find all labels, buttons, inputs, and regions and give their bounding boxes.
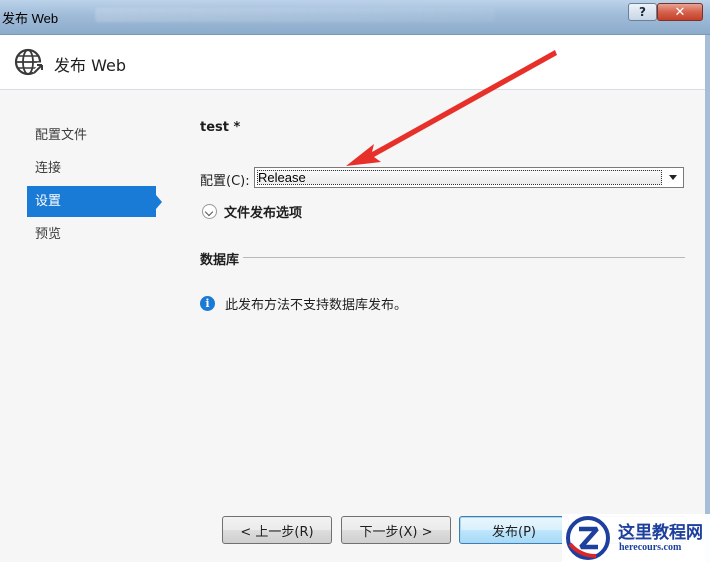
close-icon: ✕ [674, 4, 686, 20]
globe-publish-icon [14, 48, 45, 76]
expand-chevron-icon [202, 203, 217, 219]
database-header-label: 数据库 [200, 253, 240, 268]
site-watermark: 这里教程网 herecours.com [562, 514, 710, 562]
chevron-down-icon [669, 175, 677, 180]
wizard-steps-nav: 配置文件 连接 设置 预览 [27, 120, 162, 252]
title-bar: 发布 Web ? ✕ [0, 0, 710, 35]
nav-item-profile[interactable]: 配置文件 [27, 120, 162, 151]
help-button[interactable]: ? [628, 3, 657, 21]
section-divider [243, 257, 685, 258]
database-info-text: 此发布方法不支持数据库发布。 [225, 297, 408, 313]
nav-item-preview[interactable]: 预览 [27, 219, 162, 250]
title-bar-blurred-background [95, 8, 495, 22]
nav-item-connection[interactable]: 连接 [27, 153, 162, 184]
database-info-message: i 此发布方法不支持数据库发布。 [200, 294, 408, 313]
watermark-url: herecours.com [619, 542, 682, 553]
file-publish-options-expander[interactable]: 文件发布选项 [202, 202, 303, 221]
window-title: 发布 Web [2, 11, 59, 26]
profile-name: test * [200, 120, 241, 135]
help-icon: ? [639, 5, 646, 19]
publish-button[interactable]: 发布(P) [459, 516, 569, 544]
window-right-frame [705, 35, 710, 562]
previous-button[interactable]: < 上一步(R) [222, 516, 332, 544]
configuration-selected-value: Release [258, 170, 306, 185]
dialog-title: 发布 Web [54, 56, 126, 75]
info-icon: i [200, 295, 215, 311]
database-section-header: 数据库 [200, 249, 685, 268]
nav-item-settings[interactable]: 设置 [27, 186, 162, 217]
watermark-title: 这里教程网 [618, 523, 703, 543]
next-button[interactable]: 下一步(X) > [341, 516, 451, 544]
window-close-button[interactable]: ✕ [657, 3, 703, 21]
dialog-body: 配置文件 连接 设置 预览 test * 配置(C): Release 文件发布… [0, 90, 706, 562]
publish-web-dialog: 发布 Web ? ✕ 发布 Web 配置文件 连接 设置 预览 test * 配… [0, 0, 710, 562]
configuration-dropdown[interactable]: Release [254, 167, 684, 188]
watermark-logo [566, 516, 610, 560]
configuration-label: 配置(C): [200, 174, 250, 189]
dialog-header: 发布 Web [0, 35, 706, 90]
file-publish-options-label: 文件发布选项 [224, 205, 303, 221]
focus-rectangle [257, 170, 662, 185]
